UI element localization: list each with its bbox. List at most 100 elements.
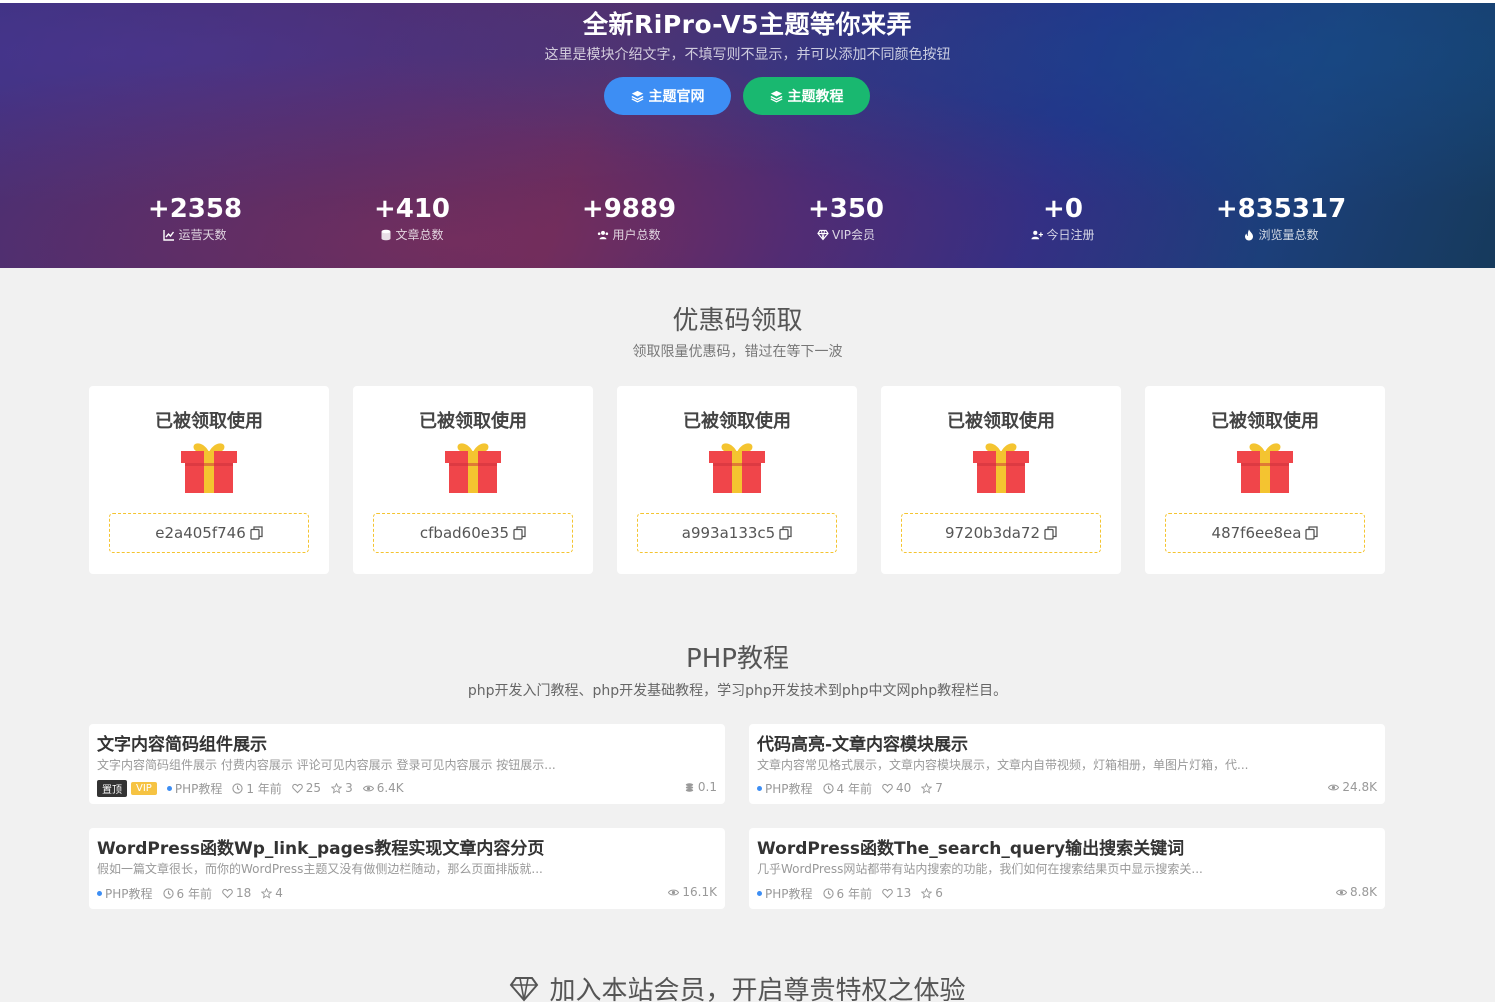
article-card[interactable]: 文字内容简码组件展示 文字内容简码组件展示 付费内容展示 评论可见内容展示 登录…	[89, 724, 725, 804]
likes-meta: 13	[882, 886, 911, 900]
article-meta: 置顶 VIP PHP教程 1 年前 25 3 6.4K	[97, 779, 404, 797]
likes-count: 13	[895, 886, 912, 900]
heart-icon	[882, 888, 893, 898]
article-card[interactable]: WordPress函数The_search_query输出搜索关键词 几乎Wor…	[749, 828, 1385, 909]
article-title[interactable]: WordPress函数Wp_link_pages教程实现文章内容分页	[97, 834, 544, 859]
views-meta: 24.8K	[1328, 780, 1377, 794]
gift-icon	[973, 443, 1029, 493]
star-icon	[921, 887, 933, 899]
article-excerpt: 文字内容简码组件展示 付费内容展示 评论可见内容展示 登录可见内容展示 按钮展示…	[97, 758, 556, 772]
vip-badge: VIP	[131, 781, 157, 795]
stars-meta: 6	[921, 886, 943, 900]
copy-icon[interactable]	[779, 526, 792, 540]
copy-icon[interactable]	[1044, 526, 1057, 540]
stars-meta: 4	[261, 886, 283, 900]
views-meta: 8.8K	[1336, 885, 1377, 899]
gift-icon	[1237, 443, 1293, 493]
coupon-status: 已被领取使用	[1211, 411, 1319, 432]
stat-value: +350	[807, 194, 885, 224]
stat-today-register: +0 今日注册	[963, 194, 1163, 243]
time-label: 6 年前	[836, 886, 872, 901]
stat-value: +0	[1043, 194, 1083, 224]
stat-label-row: 用户总数	[529, 226, 729, 243]
article-card[interactable]: 代码高亮-文章内容模块展示 文章内容常见格式展示，文章内容模块展示，文章内自带视…	[749, 724, 1385, 804]
coupon-card: 已被领取使用 e2a405f746	[89, 386, 329, 574]
stat-value: +835317	[1215, 194, 1347, 224]
stat-label: 运营天数	[178, 228, 227, 242]
price-value: 0.1	[697, 780, 717, 794]
stars-count: 3	[345, 781, 353, 795]
category-link[interactable]: PHP教程	[757, 885, 813, 902]
category-link[interactable]: PHP教程	[757, 780, 813, 797]
likes-meta: 18	[222, 886, 251, 900]
likes-meta: 40	[882, 781, 911, 795]
coupon-code-box[interactable]: a993a133c5	[637, 513, 837, 553]
copy-icon[interactable]	[513, 526, 526, 540]
coupon-card: 已被领取使用 a993a133c5	[617, 386, 857, 574]
gift-icon	[445, 443, 501, 493]
time-label: 4 年前	[836, 781, 872, 796]
heart-icon	[292, 783, 303, 793]
clock-icon	[232, 782, 243, 794]
category-link[interactable]: PHP教程	[166, 780, 222, 797]
stat-label-row: 今日注册	[963, 226, 1163, 243]
likes-meta: 25	[292, 781, 321, 795]
star-icon	[331, 782, 343, 794]
coupon-code: cfbad60e35	[419, 524, 510, 542]
stars-meta: 3	[331, 781, 353, 795]
stat-label-row: 文章总数	[312, 226, 512, 243]
hero-description: 这里是模块介绍文字，不填写则不显示，并可以添加不同颜色按钮	[544, 47, 951, 63]
category-label: PHP教程	[105, 886, 153, 901]
diamond-icon	[817, 229, 829, 240]
coupon-code-box[interactable]: 487f6ee8ea	[1165, 513, 1365, 553]
gift-icon	[709, 443, 765, 493]
users-icon	[598, 230, 609, 239]
stat-label-row: VIP会员	[746, 226, 946, 243]
coupon-card: 已被领取使用 487f6ee8ea	[1145, 386, 1385, 574]
coupon-card: 已被领取使用 cfbad60e35	[353, 386, 593, 574]
coupon-status: 已被领取使用	[155, 411, 263, 432]
article-title[interactable]: 文字内容简码组件展示	[97, 730, 267, 755]
stat-label-row: 运营天数	[95, 226, 295, 243]
coupon-code: e2a405f746	[155, 524, 246, 542]
chart-line-icon	[163, 229, 175, 241]
vip-section-title: 加入本站会员，开启尊贵特权之体验	[0, 970, 1475, 1002]
theme-tutorial-button[interactable]: 主题教程	[743, 77, 870, 115]
heart-icon	[222, 888, 233, 898]
coupon-section-subtitle: 领取限量优惠码，错过在等下一波	[632, 344, 843, 360]
stat-label: 文章总数	[395, 228, 444, 242]
article-title[interactable]: 代码高亮-文章内容模块展示	[757, 730, 968, 755]
stat-post-count: +410 文章总数	[312, 194, 512, 243]
copy-icon[interactable]	[250, 526, 263, 540]
coupon-status: 已被领取使用	[683, 411, 791, 432]
stat-page-views: +835317 浏览量总数	[1181, 194, 1381, 243]
likes-count: 40	[895, 781, 912, 795]
coupon-code: 487f6ee8ea	[1211, 524, 1302, 542]
category-label: PHP教程	[765, 886, 813, 901]
coupon-status: 已被领取使用	[947, 411, 1055, 432]
stat-label-row: 浏览量总数	[1181, 226, 1381, 243]
copy-icon[interactable]	[1305, 526, 1319, 540]
time-label: 6 年前	[176, 886, 212, 901]
theme-site-label: 主题官网	[648, 89, 705, 105]
views-meta: 16.1K	[668, 885, 717, 899]
category-label: PHP教程	[765, 781, 813, 796]
article-card[interactable]: WordPress函数Wp_link_pages教程实现文章内容分页 假如一篇文…	[89, 828, 725, 909]
php-section-subtitle: php开发入门教程、php开发基础教程，学习php开发技术到php中文网php教…	[467, 683, 1008, 699]
category-link[interactable]: PHP教程	[97, 885, 153, 902]
theme-site-button[interactable]: 主题官网	[604, 77, 731, 115]
views-count: 6.4K	[376, 781, 404, 795]
hero-banner: 全新RiPro-V5主题等你来弄 这里是模块介绍文字，不填写则不显示，并可以添加…	[0, 0, 1495, 268]
diamond-icon	[510, 976, 539, 1002]
vip-title: 加入本站会员，开启尊贵特权之体验	[549, 976, 966, 1002]
coupon-code-box[interactable]: cfbad60e35	[373, 513, 573, 553]
article-title[interactable]: WordPress函数The_search_query输出搜索关键词	[757, 834, 1184, 859]
database-icon	[381, 229, 391, 240]
article-meta: PHP教程 6 年前 18 4	[97, 885, 283, 901]
stat-value: +410	[373, 194, 451, 224]
coupon-code-box[interactable]: e2a405f746	[109, 513, 309, 553]
views-meta: 6.4K	[362, 781, 404, 795]
coupon-code-box[interactable]: 9720b3da72	[901, 513, 1101, 553]
eye-icon	[1328, 784, 1340, 790]
clock-icon	[162, 887, 174, 899]
